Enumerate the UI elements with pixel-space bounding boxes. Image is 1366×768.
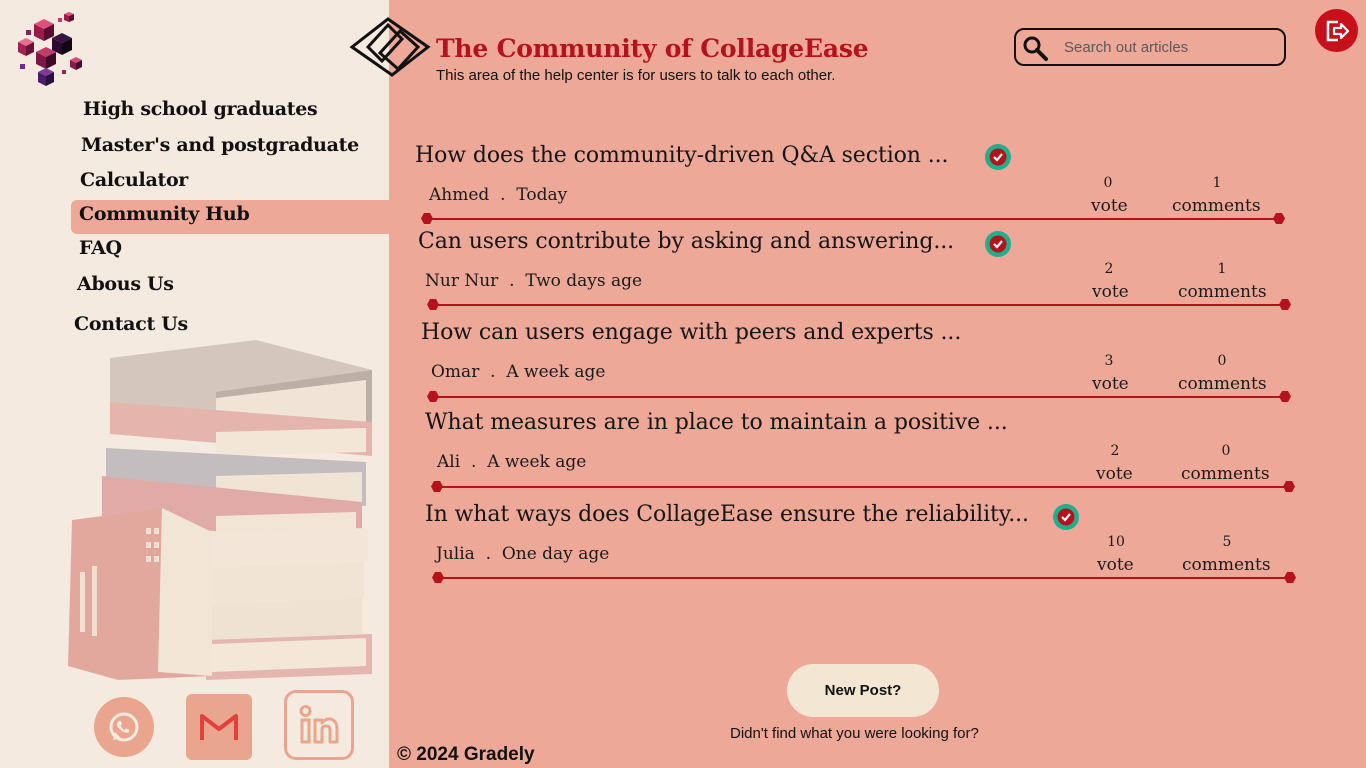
sidebar-item-about-us[interactable]: Abous Us — [77, 273, 174, 295]
sidebar-item-high-school-graduates[interactable]: High school graduates — [83, 98, 318, 120]
vote-label: vote — [1092, 374, 1129, 394]
comment-count: 1 — [1217, 261, 1227, 277]
comments-label[interactable]: comments — [1178, 282, 1267, 302]
meta-separator: . — [485, 544, 491, 564]
gmail-icon[interactable] — [186, 694, 252, 760]
post-author[interactable]: Julia — [436, 544, 475, 564]
post-meta: Omar . A week age — [431, 362, 606, 382]
post-time: A week age — [506, 362, 606, 382]
comments-label[interactable]: comments — [1178, 374, 1267, 394]
post-author[interactable]: Ali — [437, 452, 460, 472]
post-title[interactable]: How can users engage with peers and expe… — [421, 320, 961, 345]
post-divider — [438, 577, 1290, 579]
sidebar-item-calculator[interactable]: Calculator — [80, 169, 188, 191]
comment-count: 1 — [1212, 175, 1222, 191]
post-time: One day age — [501, 544, 610, 564]
comments-label[interactable]: comments — [1182, 555, 1271, 575]
post-divider — [433, 304, 1285, 306]
vote-label: vote — [1096, 464, 1133, 484]
post-author[interactable]: Omar — [431, 362, 479, 382]
post-meta: Nur Nur . Two days age — [425, 271, 642, 291]
divider-end-dot — [1273, 213, 1285, 224]
comments-label[interactable]: comments — [1172, 196, 1261, 216]
meta-separator: . — [500, 185, 506, 205]
divider-end-dot — [1279, 299, 1291, 310]
vote-count: 2 — [1110, 443, 1120, 459]
vote-label: vote — [1097, 555, 1134, 575]
post-divider — [437, 486, 1289, 488]
divider-end-dot — [427, 299, 439, 310]
post-meta: Ali . A week age — [437, 452, 586, 472]
divider-end-dot — [421, 213, 433, 224]
collageease-logo-icon — [349, 17, 431, 77]
logout-button[interactable] — [1315, 9, 1358, 52]
divider-end-dot — [1284, 572, 1296, 583]
vote-label: vote — [1092, 282, 1129, 302]
sidebar-item-masters-postgraduate[interactable]: Master's and postgraduate — [81, 134, 359, 156]
vote-count: 2 — [1104, 261, 1114, 277]
post-title[interactable]: In what ways does CollageEase ensure the… — [425, 502, 1029, 527]
logout-icon — [1326, 20, 1349, 41]
footer-copyright: © 2024 Gradely — [397, 744, 535, 765]
sidebar-item-faq[interactable]: FAQ — [79, 237, 122, 259]
meta-separator: . — [470, 452, 477, 472]
meta-separator: . — [509, 271, 515, 291]
page-subtitle: This area of the help center is for user… — [436, 67, 836, 84]
divider-end-dot — [1279, 391, 1291, 402]
post-time: Today — [516, 185, 568, 205]
divider-end-dot — [1283, 481, 1295, 492]
search-input[interactable] — [1064, 36, 1274, 58]
vote-count: 3 — [1104, 353, 1114, 369]
divider-end-dot — [427, 391, 439, 402]
post-title[interactable]: Can users contribute by asking and answe… — [418, 229, 954, 254]
whatsapp-icon[interactable] — [94, 697, 154, 757]
post-divider — [433, 396, 1285, 398]
post-meta: Julia . One day age — [436, 544, 609, 564]
comment-count: 0 — [1221, 443, 1231, 459]
post-divider — [427, 218, 1279, 220]
sidebar-item-contact-us[interactable]: Contact Us — [74, 313, 188, 335]
sidebar: High school graduates Master's and postg… — [0, 0, 389, 768]
verified-check-icon — [985, 231, 1011, 257]
divider-end-dot — [432, 572, 444, 583]
sidebar-item-community-hub[interactable]: Community Hub — [79, 203, 250, 225]
comment-count: 0 — [1217, 353, 1227, 369]
book-stack-illustration — [68, 340, 372, 680]
post-author[interactable]: Nur Nur — [425, 271, 498, 291]
help-text: Didn't find what you were looking for? — [730, 725, 979, 742]
page-title: The Community of CollageEase — [436, 34, 869, 63]
search-icon[interactable] — [1021, 34, 1049, 62]
comments-label[interactable]: comments — [1181, 464, 1270, 484]
post-time: A week age — [487, 452, 587, 472]
post-time: Two days age — [525, 271, 643, 291]
verified-check-icon — [1053, 504, 1079, 530]
post-title[interactable]: How does the community-driven Q&A sectio… — [415, 143, 949, 168]
divider-end-dot — [431, 481, 443, 492]
vote-count: 0 — [1103, 175, 1113, 191]
post-author[interactable]: Ahmed — [429, 185, 489, 205]
new-post-button[interactable]: New Post? — [787, 664, 939, 717]
vote-label: vote — [1091, 196, 1128, 216]
post-title[interactable]: What measures are in place to maintain a… — [425, 410, 1008, 435]
verified-check-icon — [985, 144, 1011, 170]
post-meta: Ahmed . Today — [429, 185, 567, 205]
comment-count: 5 — [1222, 534, 1232, 550]
cubes-logo-icon — [18, 12, 82, 86]
vote-count: 10 — [1107, 534, 1125, 550]
meta-separator: . — [490, 362, 496, 382]
search-box[interactable] — [1014, 28, 1286, 66]
linkedin-icon[interactable] — [284, 690, 354, 760]
